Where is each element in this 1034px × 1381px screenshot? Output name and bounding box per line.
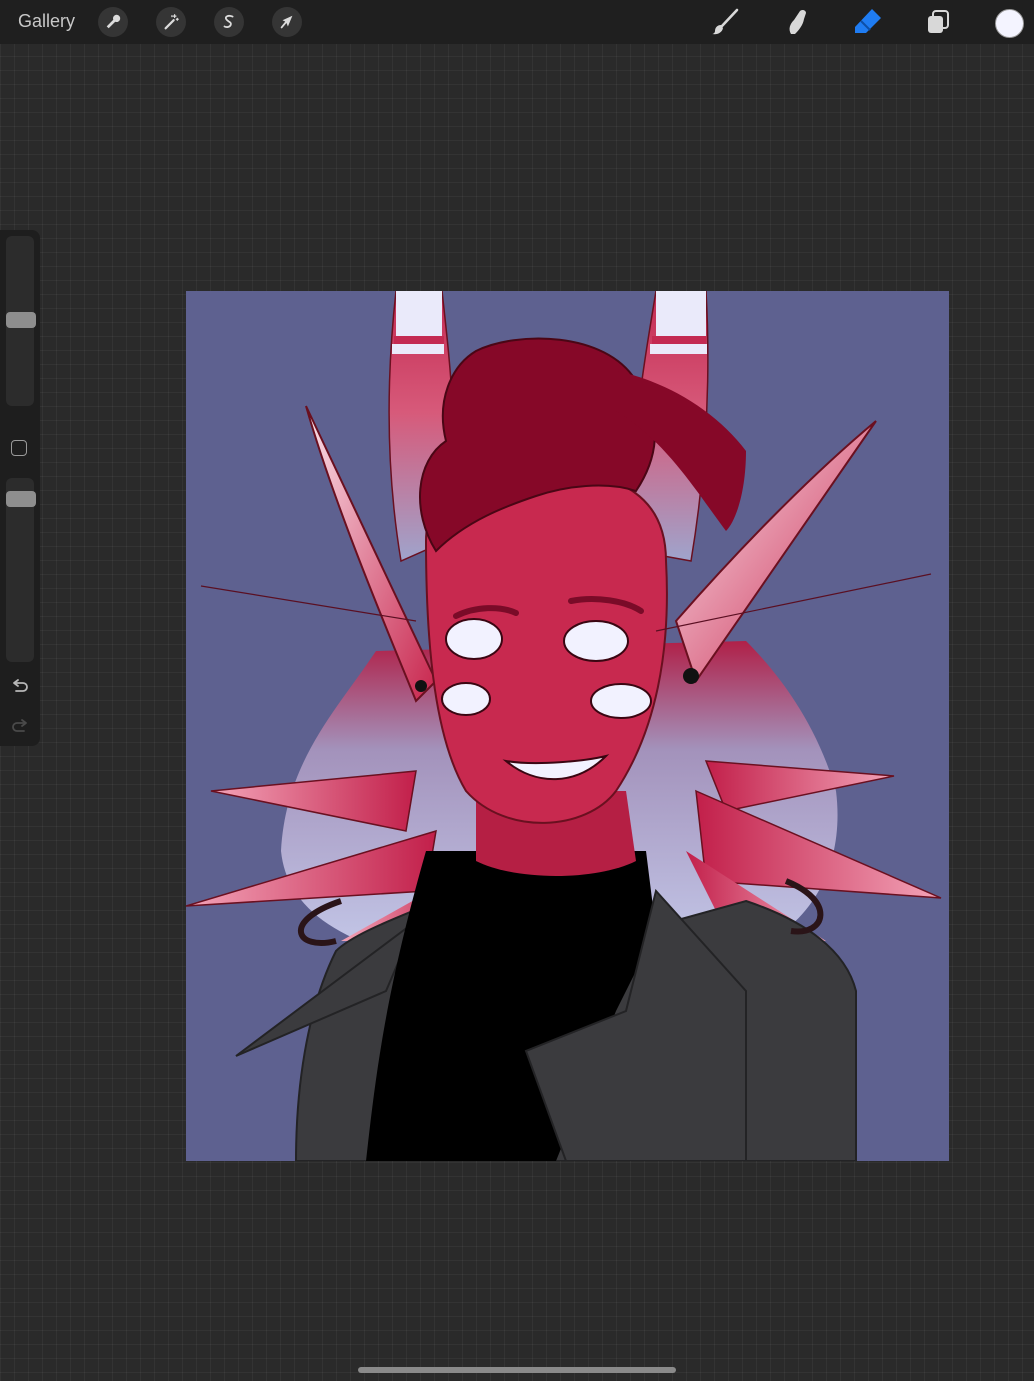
smudge-icon: [789, 9, 806, 34]
redo-icon[interactable]: [10, 718, 30, 736]
artwork-illustration: [186, 291, 942, 1161]
adjustments-button[interactable]: [156, 7, 186, 37]
modify-button[interactable]: [11, 440, 27, 456]
top-toolbar: Gallery: [0, 0, 1034, 44]
eraser-icon: [855, 9, 881, 33]
selection-s-icon: [223, 14, 234, 28]
brush-tool-button[interactable]: [708, 5, 742, 39]
undo-icon[interactable]: [10, 678, 30, 696]
selection-button[interactable]: [214, 7, 244, 37]
brush-size-thumb[interactable]: [6, 312, 36, 328]
layers-button[interactable]: [921, 5, 955, 39]
opacity-thumb[interactable]: [6, 491, 36, 507]
layers-icon: [928, 10, 949, 33]
left-sidebar: [0, 230, 40, 746]
smudge-tool-button[interactable]: [780, 5, 814, 39]
eraser-tool-button[interactable]: [851, 5, 885, 39]
arrow-cursor-icon: [280, 15, 293, 29]
transform-button[interactable]: [272, 7, 302, 37]
brush-icon: [712, 8, 739, 35]
actions-button[interactable]: [98, 7, 128, 37]
magic-wand-icon: [164, 14, 179, 30]
gallery-button[interactable]: Gallery: [18, 11, 75, 32]
home-indicator[interactable]: [358, 1367, 676, 1373]
color-picker-button[interactable]: [995, 9, 1024, 38]
drawing-canvas[interactable]: [186, 291, 949, 1161]
wrench-icon: [106, 14, 121, 29]
